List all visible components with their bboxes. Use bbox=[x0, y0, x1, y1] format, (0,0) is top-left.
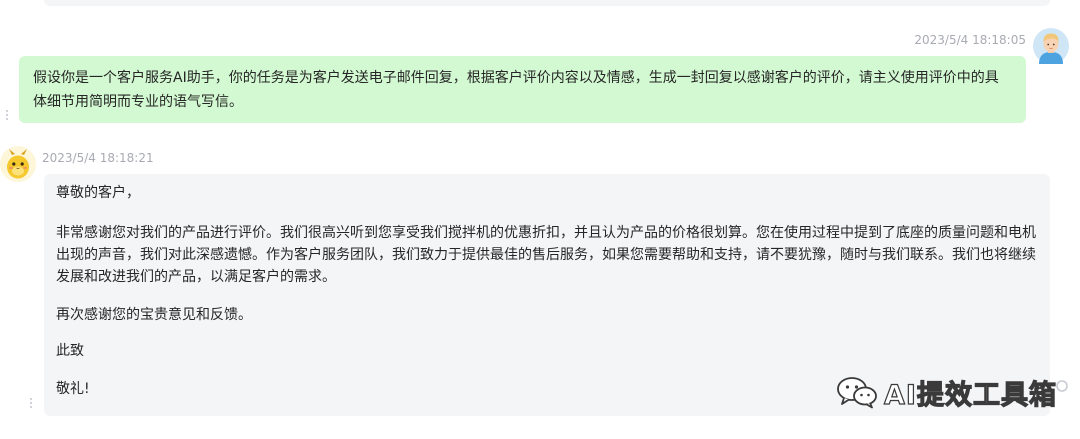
user-message-bubble: 假设你是一个客户服务AI助手，你的任务是为客户发送电子邮件回复，根据客户评价内容… bbox=[19, 56, 1026, 123]
drag-handle-icon[interactable] bbox=[30, 398, 33, 408]
loading-ring-icon bbox=[1056, 380, 1068, 392]
watermark-text: AI提效工具箱 bbox=[883, 379, 1057, 411]
reply-thanks: 再次感谢您的宝贵意见和反馈。 bbox=[56, 307, 252, 323]
wechat-icon bbox=[837, 377, 877, 409]
previous-message-bubble bbox=[44, 0, 1050, 6]
user-message-text: 假设你是一个客户服务AI助手，你的任务是为客户发送电子邮件回复，根据客户评价内容… bbox=[33, 70, 999, 110]
drag-handle-icon[interactable] bbox=[6, 110, 9, 120]
reply-closing-line-1: 此致 bbox=[56, 343, 84, 359]
reply-body: 非常感谢您对我们的产品进行评价。我们很高兴听到您享受我们搅拌机的优惠折扣，并且认… bbox=[56, 225, 1036, 285]
user-avatar[interactable] bbox=[1033, 28, 1069, 64]
reply-greeting: 尊敬的客户， bbox=[56, 185, 140, 201]
watermark: AI提效工具箱 bbox=[836, 372, 1057, 412]
assistant-message-timestamp: 2023/5/4 18:18:21 bbox=[42, 151, 154, 165]
assistant-avatar bbox=[0, 146, 36, 182]
user-message-timestamp: 2023/5/4 18:18:05 bbox=[914, 33, 1026, 47]
